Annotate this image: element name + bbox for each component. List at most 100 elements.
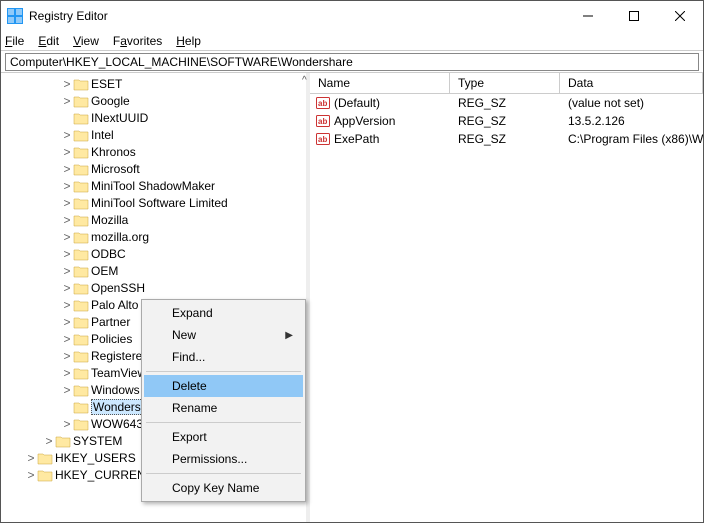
tree-item-label: OpenSSH bbox=[91, 281, 145, 295]
tree-toggle-icon[interactable]: > bbox=[61, 162, 73, 176]
tree-toggle-icon[interactable]: > bbox=[61, 298, 73, 312]
context-menu-delete[interactable]: Delete bbox=[144, 375, 303, 397]
value-type: REG_SZ bbox=[450, 132, 560, 146]
tree-toggle-icon[interactable]: > bbox=[61, 196, 73, 210]
tree-toggle-icon[interactable]: > bbox=[61, 264, 73, 278]
tree-item-label: OEM bbox=[91, 264, 118, 278]
splitter[interactable] bbox=[306, 73, 310, 522]
folder-icon bbox=[73, 264, 89, 278]
tree-toggle-icon[interactable]: > bbox=[61, 145, 73, 159]
menu-separator bbox=[146, 422, 301, 423]
tree-toggle-icon[interactable]: > bbox=[61, 281, 73, 295]
tree-toggle-icon[interactable]: > bbox=[61, 94, 73, 108]
tree-toggle-icon[interactable]: > bbox=[61, 349, 73, 363]
minimize-button[interactable] bbox=[565, 1, 611, 31]
tree-item[interactable]: > Microsoft bbox=[1, 160, 306, 177]
tree-item[interactable]: > OpenSSH bbox=[1, 279, 306, 296]
folder-icon bbox=[73, 298, 89, 312]
value-name: AppVersion bbox=[334, 114, 395, 128]
tree-toggle-icon[interactable]: > bbox=[61, 77, 73, 91]
column-header-name[interactable]: Name bbox=[310, 73, 450, 93]
tree-item[interactable]: > Google bbox=[1, 92, 306, 109]
folder-icon bbox=[37, 451, 53, 465]
tree-item-label: Partner bbox=[91, 315, 130, 329]
context-menu-export[interactable]: Export bbox=[144, 426, 303, 448]
column-header-type[interactable]: Type bbox=[450, 73, 560, 93]
context-menu-copy-key-name[interactable]: Copy Key Name bbox=[144, 477, 303, 499]
tree-item[interactable]: >MiniTool ShadowMaker bbox=[1, 177, 306, 194]
tree-item[interactable]: > mozilla.org bbox=[1, 228, 306, 245]
value-row[interactable]: abExePathREG_SZC:\Program Files (x86)\Wo… bbox=[310, 130, 703, 148]
folder-icon bbox=[73, 196, 89, 210]
tree-item-label: SYSTEM bbox=[73, 434, 122, 448]
tree-toggle-icon[interactable]: > bbox=[43, 434, 55, 448]
values-pane[interactable]: Name Type Data ab(Default)REG_SZ(value n… bbox=[310, 73, 703, 522]
tree-item[interactable]: > ESET bbox=[1, 75, 306, 92]
tree-toggle-icon[interactable]: > bbox=[61, 417, 73, 431]
context-menu-find[interactable]: Find... bbox=[144, 346, 303, 368]
folder-icon bbox=[73, 94, 89, 108]
folder-icon bbox=[73, 400, 89, 414]
tree-toggle-icon[interactable]: > bbox=[61, 315, 73, 329]
folder-icon bbox=[37, 468, 53, 482]
menu-favorites[interactable]: Favorites bbox=[113, 34, 162, 48]
tree-item-label: mozilla.org bbox=[91, 230, 149, 244]
menu-view[interactable]: View bbox=[73, 34, 99, 48]
value-data: C:\Program Files (x86)\Wond bbox=[560, 132, 703, 146]
context-menu-expand[interactable]: Expand bbox=[144, 302, 303, 324]
context-menu-permissions[interactable]: Permissions... bbox=[144, 448, 303, 470]
tree-toggle-icon[interactable]: > bbox=[61, 383, 73, 397]
tree-item[interactable]: >ODBC bbox=[1, 245, 306, 262]
tree-item-label: Khronos bbox=[91, 145, 136, 159]
tree-item-label: Policies bbox=[91, 332, 132, 346]
folder-icon bbox=[73, 77, 89, 91]
menu-help[interactable]: Help bbox=[176, 34, 201, 48]
folder-icon bbox=[55, 434, 71, 448]
string-value-icon: ab bbox=[316, 114, 330, 128]
context-menu: Expand New▶ Find... Delete Rename Export… bbox=[141, 299, 306, 502]
tree-item[interactable]: > MiniTool Software Limited bbox=[1, 194, 306, 211]
app-icon bbox=[7, 8, 23, 24]
svg-text:ab: ab bbox=[318, 135, 327, 144]
column-header-data[interactable]: Data bbox=[560, 73, 703, 93]
menu-separator bbox=[146, 371, 301, 372]
tree-item-label: Microsoft bbox=[91, 162, 140, 176]
tree-toggle-icon[interactable]: > bbox=[61, 128, 73, 142]
svg-text:ab: ab bbox=[318, 99, 327, 108]
tree-item-label: MiniTool Software Limited bbox=[91, 196, 228, 210]
value-type: REG_SZ bbox=[450, 114, 560, 128]
tree-toggle-icon[interactable]: > bbox=[61, 332, 73, 346]
close-button[interactable] bbox=[657, 1, 703, 31]
svg-text:ab: ab bbox=[318, 117, 327, 126]
tree-item[interactable]: >Intel bbox=[1, 126, 306, 143]
tree-toggle-icon[interactable]: > bbox=[61, 213, 73, 227]
tree-toggle-icon[interactable]: > bbox=[25, 468, 37, 482]
folder-icon bbox=[73, 179, 89, 193]
tree-item-label: INextUUID bbox=[91, 111, 148, 125]
tree-toggle-icon[interactable]: > bbox=[61, 366, 73, 380]
folder-icon bbox=[73, 281, 89, 295]
string-value-icon: ab bbox=[316, 132, 330, 146]
context-menu-new[interactable]: New▶ bbox=[144, 324, 303, 346]
tree-item-label: ESET bbox=[91, 77, 122, 91]
tree-item[interactable]: > Khronos bbox=[1, 143, 306, 160]
menu-edit[interactable]: Edit bbox=[38, 34, 59, 48]
address-bar: Computer\HKEY_LOCAL_MACHINE\SOFTWARE\Won… bbox=[1, 51, 703, 73]
menu-file[interactable]: File bbox=[5, 34, 24, 48]
tree-item[interactable]: INextUUID bbox=[1, 109, 306, 126]
tree-item-label: Google bbox=[91, 94, 130, 108]
tree-toggle-icon[interactable]: > bbox=[61, 179, 73, 193]
tree-toggle-icon[interactable]: > bbox=[61, 230, 73, 244]
tree-item-label: HKEY_USERS bbox=[55, 451, 136, 465]
tree-item[interactable]: >Mozilla bbox=[1, 211, 306, 228]
tree-toggle-icon[interactable]: > bbox=[61, 247, 73, 261]
menu-separator bbox=[146, 473, 301, 474]
context-menu-rename[interactable]: Rename bbox=[144, 397, 303, 419]
maximize-button[interactable] bbox=[611, 1, 657, 31]
value-row[interactable]: ab(Default)REG_SZ(value not set) bbox=[310, 94, 703, 112]
title-bar: Registry Editor bbox=[1, 1, 703, 31]
tree-item[interactable]: > OEM bbox=[1, 262, 306, 279]
tree-toggle-icon[interactable]: > bbox=[25, 451, 37, 465]
value-row[interactable]: abAppVersionREG_SZ13.5.2.126 bbox=[310, 112, 703, 130]
address-input[interactable]: Computer\HKEY_LOCAL_MACHINE\SOFTWARE\Won… bbox=[5, 53, 699, 71]
